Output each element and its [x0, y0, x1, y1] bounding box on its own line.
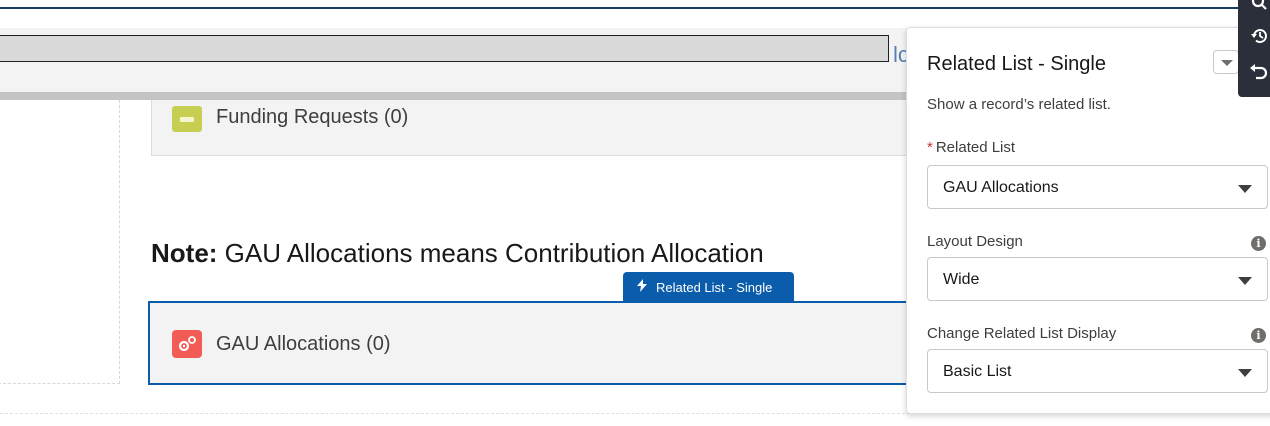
panel-title: Related List - Single — [927, 53, 1106, 75]
archive-icon — [172, 106, 202, 132]
layout-design-value: Wide — [943, 271, 980, 288]
display-value: Basic List — [943, 363, 1012, 380]
caret-down-icon — [1238, 277, 1252, 285]
search-icon[interactable] — [1250, 0, 1268, 17]
note-prefix: Note: — [151, 238, 218, 268]
info-icon[interactable]: i — [1251, 328, 1266, 343]
header-divider — [0, 7, 1240, 9]
related-list-select[interactable]: GAU Allocations — [927, 165, 1268, 209]
panel-description: Show a record’s related list. — [927, 96, 1111, 113]
gau-allocations-label: GAU Allocations (0) — [216, 333, 391, 355]
caret-down-icon — [1238, 369, 1252, 377]
funding-requests-card[interactable]: Funding Requests (0) — [151, 100, 911, 156]
lightning-bolt-icon — [637, 279, 650, 295]
funding-requests-label: Funding Requests (0) — [216, 106, 409, 128]
undo-icon[interactable] — [1250, 62, 1268, 87]
note-body: GAU Allocations means Contribution Alloc… — [217, 238, 764, 268]
required-marker: * — [927, 139, 933, 156]
builder-toolbar — [1238, 0, 1270, 97]
placeholder-bar — [0, 35, 889, 62]
display-label: Change Related List Display — [927, 325, 1117, 342]
component-tag[interactable]: Related List - Single — [623, 272, 794, 302]
history-icon[interactable] — [1250, 26, 1270, 51]
left-column-region — [0, 100, 120, 384]
region-divider — [0, 413, 910, 414]
properties-panel: Related List - Single Show a record’s re… — [906, 27, 1270, 414]
info-icon[interactable]: i — [1251, 236, 1266, 251]
gears-icon — [172, 330, 202, 358]
display-select[interactable]: Basic List — [927, 349, 1268, 393]
component-tag-label: Related List - Single — [656, 280, 773, 295]
related-list-label: * Related List — [927, 139, 1015, 156]
caret-down-icon — [1238, 185, 1252, 193]
related-list-label-text: Related List — [935, 139, 1016, 156]
related-list-value: GAU Allocations — [943, 179, 1059, 196]
gau-allocations-card[interactable]: GAU Allocations (0) — [148, 301, 911, 385]
chevron-down-icon[interactable] — [1213, 50, 1239, 74]
note-text: Note: GAU Allocations means Contribution… — [151, 238, 764, 269]
layout-design-label: Layout Design — [927, 233, 1023, 250]
layout-design-select[interactable]: Wide — [927, 257, 1268, 301]
drag-overlay: lc — [0, 28, 909, 100]
